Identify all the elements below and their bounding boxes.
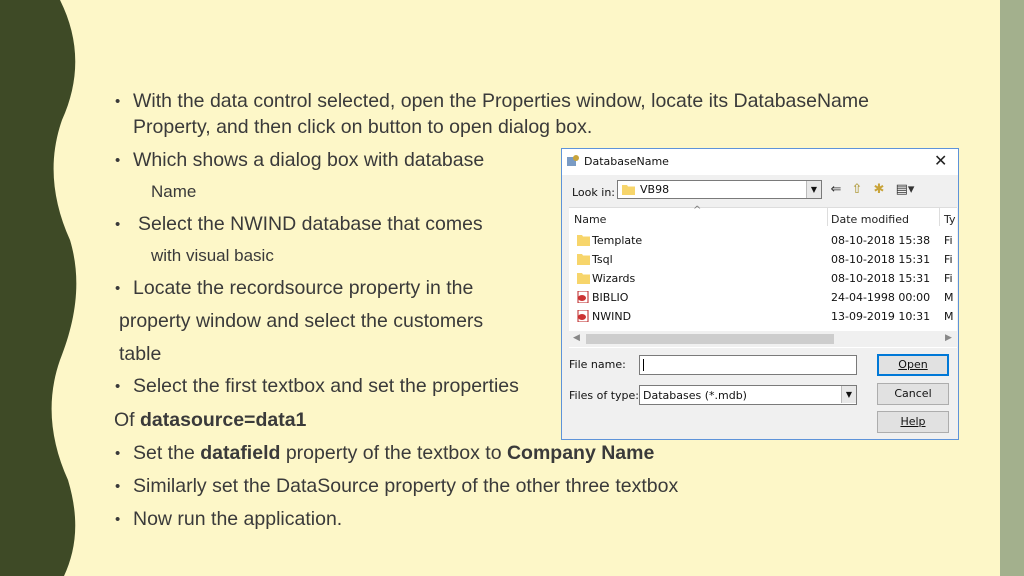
bullet-8-marker: •: [115, 511, 121, 528]
bullet-3-text: Select the NWIND database that comes: [138, 213, 483, 235]
open-button[interactable]: Open: [877, 354, 949, 376]
bullet-3-marker: •: [115, 216, 121, 233]
file-name: NWIND: [592, 310, 632, 323]
file-name: Wizards: [592, 272, 636, 285]
column-date-modified[interactable]: Date modified: [831, 213, 909, 226]
file-date: 08-10-2018 15:31: [831, 253, 931, 266]
bullet-3-sub: with visual basic: [151, 246, 274, 265]
list-item[interactable]: Tsql 08-10-2018 15:31 Fi: [569, 251, 957, 269]
bullet-6-datafield: datafield: [200, 442, 281, 464]
text-caret: [643, 359, 644, 371]
sort-arrow-icon: ^: [693, 205, 702, 216]
file-type: Fi: [944, 234, 953, 247]
help-button-label: Help: [900, 415, 926, 428]
chevron-down-icon[interactable]: ▼: [841, 386, 856, 403]
column-separator: [939, 208, 940, 226]
bullet-6-text: Set the datafield property of the textbo…: [133, 442, 654, 465]
file-name-label: File name:: [569, 358, 626, 371]
bullet-2-sub: Name: [151, 182, 197, 201]
column-type[interactable]: Ty: [944, 213, 956, 226]
file-date: 08-10-2018 15:31: [831, 272, 931, 285]
view-menu-icon[interactable]: ▤▾: [892, 181, 918, 199]
cancel-button[interactable]: Cancel: [877, 383, 949, 405]
up-folder-icon[interactable]: ⇧: [848, 181, 866, 199]
file-name: BIBLIO: [592, 291, 629, 304]
folder-icon: [577, 235, 590, 246]
dialog-title: DatabaseName: [584, 155, 669, 168]
bullet-1-line-1: With the data control selected, open the…: [133, 90, 869, 112]
bullet-4-cont-1: property window and select the customers: [119, 310, 484, 332]
folder-icon: [577, 273, 590, 284]
bullet-6-middle: property of the textbox to: [280, 442, 507, 464]
vb-app-icon: [567, 155, 579, 166]
bullet-4-cont-2: table: [119, 343, 162, 365]
files-of-type-label: Files of type:: [569, 389, 640, 402]
bullet-8-text: Now run the application.: [133, 508, 343, 530]
file-type: Fi: [944, 253, 953, 266]
dialog-titlebar: DatabaseName ✕: [562, 149, 958, 175]
help-button[interactable]: Help: [877, 411, 949, 433]
open-button-label: Open: [898, 358, 928, 371]
file-type: M: [944, 310, 954, 323]
of-datasource-line: Of datasource=data1: [114, 409, 306, 432]
chevron-down-icon[interactable]: ▼: [806, 181, 821, 198]
file-name-input[interactable]: [639, 355, 857, 375]
database-file-icon: [577, 310, 589, 322]
scrollbar-thumb[interactable]: [586, 334, 834, 344]
horizontal-scrollbar[interactable]: ◀ ▶: [569, 331, 957, 347]
list-item[interactable]: NWIND 13-09-2019 10:31 M: [569, 308, 957, 326]
file-name: Tsql: [592, 253, 613, 266]
bullet-6-marker: •: [115, 445, 121, 462]
files-of-type-value: Databases (*.mdb): [643, 389, 747, 402]
list-item[interactable]: Wizards 08-10-2018 15:31 Fi: [569, 270, 957, 288]
file-list: ^ Name Date modified Ty Template 08-10-2…: [569, 205, 957, 348]
cancel-button-label: Cancel: [894, 387, 932, 400]
folder-icon: [622, 185, 635, 195]
bullet-7-text: Similarly set the DataSource property of…: [133, 475, 679, 497]
bullet-5-text: Select the first textbox and set the pro…: [133, 375, 519, 397]
datasource-value: datasource=data1: [140, 409, 307, 431]
file-date: 08-10-2018 15:38: [831, 234, 931, 247]
of-prefix: Of: [114, 409, 141, 431]
bullet-7-marker: •: [115, 478, 121, 495]
folder-icon: [577, 254, 590, 265]
scroll-left-icon[interactable]: ◀: [573, 333, 580, 343]
close-icon[interactable]: ✕: [934, 152, 947, 170]
column-name[interactable]: Name: [574, 213, 606, 226]
bullet-1-line-2: Property, and then click on button to op…: [133, 116, 593, 138]
bullet-6-company-name: Company Name: [506, 442, 655, 464]
file-type: Fi: [944, 272, 953, 285]
bullet-2-text: Which shows a dialog box with database: [133, 149, 485, 171]
look-in-label: Look in:: [572, 186, 615, 199]
file-type: M: [944, 291, 954, 304]
bullet-4-text: Locate the recordsource property in the: [133, 277, 474, 299]
list-item[interactable]: BIBLIO 24-04-1998 00:00 M: [569, 289, 957, 307]
bullet-2-marker: •: [115, 152, 121, 169]
database-name-dialog: DatabaseName ✕ Look in: VB98 ▼ ⇐ ⇧ ✱ ▤▾ …: [561, 148, 959, 440]
files-of-type-select[interactable]: Databases (*.mdb) ▼: [639, 385, 857, 405]
bullet-1-marker: •: [115, 93, 121, 110]
scroll-right-icon[interactable]: ▶: [945, 333, 952, 343]
column-separator: [827, 208, 828, 226]
new-folder-icon[interactable]: ✱: [870, 181, 888, 199]
bullet-5-marker: •: [115, 378, 121, 395]
look-in-dropdown[interactable]: VB98 ▼: [617, 180, 822, 199]
look-in-value: VB98: [640, 183, 670, 196]
file-date: 13-09-2019 10:31: [831, 310, 931, 323]
file-name: Template: [592, 234, 643, 247]
right-decorative-band: [1000, 0, 1024, 576]
bullet-6-prefix: Set the: [133, 442, 201, 464]
file-date: 24-04-1998 00:00: [831, 291, 931, 304]
back-icon[interactable]: ⇐: [827, 181, 845, 199]
database-file-icon: [577, 291, 589, 303]
list-item[interactable]: Template 08-10-2018 15:38 Fi: [569, 232, 957, 250]
bullet-4-marker: •: [115, 280, 121, 297]
